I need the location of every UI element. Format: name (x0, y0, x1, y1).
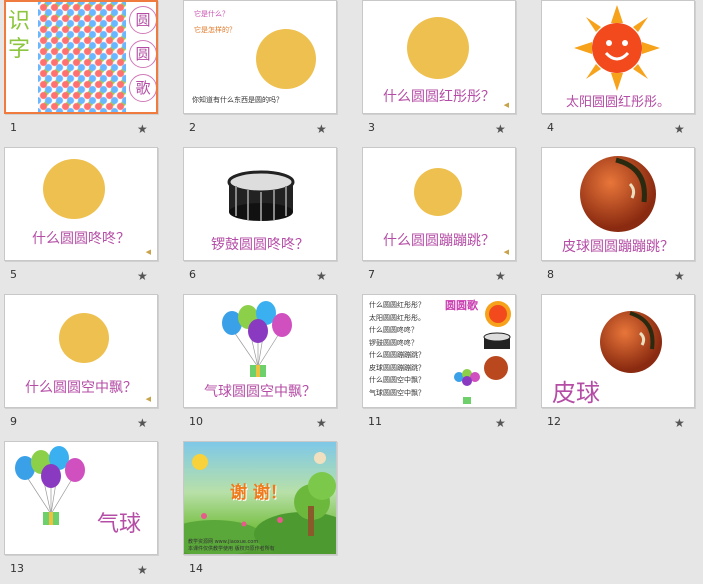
slide-number: 6 (189, 268, 196, 281)
star-icon[interactable]: ★ (316, 416, 327, 430)
star-icon[interactable]: ★ (137, 416, 148, 430)
sun-icon (574, 5, 660, 91)
slide-sorter: { "slides": [ {"number":"1","title_chars… (0, 0, 703, 584)
slide-number: 5 (10, 268, 17, 281)
drum-icon (227, 170, 295, 221)
balloons-icon (15, 446, 85, 525)
star-icon[interactable]: ★ (674, 416, 685, 430)
slide-number: 12 (547, 415, 561, 428)
yellow-circle (407, 17, 469, 79)
star-icon[interactable]: ★ (674, 122, 685, 136)
poem-title: 圆圆歌 (445, 299, 478, 312)
balloons-icon (454, 369, 480, 404)
balloons-icon (222, 301, 292, 377)
slide-12-thumbnail[interactable]: 皮球 (541, 294, 695, 408)
star-icon[interactable]: ★ (137, 269, 148, 283)
slide-number: 8 (547, 268, 554, 281)
yellow-circle (59, 313, 109, 363)
slide-5[interactable]: 什么圆圆咚咚？ ◀ 5 ★ (4, 147, 174, 283)
slide-3-thumbnail[interactable]: 什么圆圆红彤彤？ ◀ (362, 0, 516, 114)
slide-number: 11 (368, 415, 382, 428)
slide-5-thumbnail[interactable]: 什么圆圆咚咚？ ◀ (4, 147, 158, 261)
slide-1[interactable]: 识 字 圆 圆 歌 1 ★ (4, 0, 174, 136)
drum-icon (483, 332, 511, 349)
slide-number: 1 (10, 121, 17, 134)
yellow-circle (43, 159, 105, 219)
slide-number: 9 (10, 415, 17, 428)
slide-10-thumbnail[interactable]: 气球圆圆空中飘？ (183, 294, 337, 408)
slide-2[interactable]: 它是什么？ 它是怎样的？ 你知道有什么东西是圆的吗？ 2 ★ (183, 0, 353, 136)
beads-pattern (38, 2, 126, 112)
slide-number: 2 (189, 121, 196, 134)
star-icon[interactable]: ★ (495, 416, 506, 430)
slide-8-thumbnail[interactable]: 皮球圆圆蹦蹦跳？ (541, 147, 695, 261)
speaker-icon: ◀ (503, 101, 509, 109)
speaker-icon: ◀ (145, 395, 151, 403)
yellow-circle (256, 29, 316, 89)
star-icon[interactable]: ★ (137, 563, 148, 577)
yellow-circle (414, 168, 462, 216)
slide-7-thumbnail[interactable]: 什么圆圆蹦蹦跳？ ◀ (362, 147, 516, 261)
slide-4-thumbnail[interactable]: 太阳圆圆红彤彤。 (541, 0, 695, 114)
ball-icon (484, 356, 508, 380)
star-icon[interactable]: ★ (137, 122, 148, 136)
slide-13[interactable]: 气球 13 ★ (4, 441, 174, 577)
title-chars: 识 字 (8, 9, 31, 62)
slide-1-thumbnail[interactable]: 识 字 圆 圆 歌 (4, 0, 158, 114)
slide-9-thumbnail[interactable]: 什么圆圆空中飘？ ◀ (4, 294, 158, 408)
slide-14-thumbnail[interactable]: 谢 谢！ 教学资源网 www.jiaoxue.com 本课件仅供教学使用 版权归… (183, 441, 337, 555)
slide-11[interactable]: 什么圆圆红彤彤？ 太阳圆圆红彤彤。 什么圆圆咚咚？ 锣鼓圆圆咚咚？ 什么圆圆蹦蹦… (362, 294, 532, 430)
speaker-icon: ◀ (503, 248, 509, 256)
slide-7[interactable]: 什么圆圆蹦蹦跳？ ◀ 7 ★ (362, 147, 532, 283)
slide-8[interactable]: 皮球圆圆蹦蹦跳？ 8 ★ (541, 147, 703, 283)
slide-number: 13 (10, 562, 24, 575)
slide-3[interactable]: 什么圆圆红彤彤？ ◀ 3 ★ (362, 0, 532, 136)
star-icon[interactable]: ★ (316, 269, 327, 283)
slide-9[interactable]: 什么圆圆空中飘？ ◀ 9 ★ (4, 294, 174, 430)
star-icon[interactable]: ★ (495, 269, 506, 283)
sun-icon (485, 301, 511, 327)
thanks-text: 谢 谢！ (230, 483, 287, 503)
star-icon[interactable]: ★ (674, 269, 685, 283)
ball-icon (580, 156, 656, 232)
slide-10[interactable]: 气球圆圆空中飘？ 10 ★ (183, 294, 353, 430)
slide-12[interactable]: 皮球 12 ★ (541, 294, 703, 430)
slide-number: 4 (547, 121, 554, 134)
word-label: 皮球 (552, 379, 600, 407)
slide-11-thumbnail[interactable]: 什么圆圆红彤彤？ 太阳圆圆红彤彤。 什么圆圆咚咚？ 锣鼓圆圆咚咚？ 什么圆圆蹦蹦… (362, 294, 516, 408)
slide-4[interactable]: 太阳圆圆红彤彤。 4 ★ (541, 0, 703, 136)
circle-chars: 圆 圆 歌 (129, 6, 156, 102)
slide-number: 10 (189, 415, 203, 428)
slide-number: 3 (368, 121, 375, 134)
slide-6[interactable]: 锣鼓圆圆咚咚？ 6 ★ (183, 147, 353, 283)
speaker-icon: ◀ (145, 248, 151, 256)
poem-lines: 什么圆圆红彤彤？ 太阳圆圆红彤彤。 什么圆圆咚咚？ 锣鼓圆圆咚咚？ 什么圆圆蹦蹦… (369, 301, 425, 397)
word-label: 气球 (97, 512, 142, 537)
slide-14[interactable]: 谢 谢！ 教学资源网 www.jiaoxue.com 本课件仅供教学使用 版权归… (183, 441, 353, 575)
slide-2-thumbnail[interactable]: 它是什么？ 它是怎样的？ 你知道有什么东西是圆的吗？ (183, 0, 337, 114)
slide-number: 14 (189, 562, 203, 575)
star-icon[interactable]: ★ (495, 122, 506, 136)
slide-13-thumbnail[interactable]: 气球 (4, 441, 158, 555)
star-icon[interactable]: ★ (316, 122, 327, 136)
slide-6-thumbnail[interactable]: 锣鼓圆圆咚咚？ (183, 147, 337, 261)
ball-icon (600, 311, 662, 373)
slide-number: 7 (368, 268, 375, 281)
